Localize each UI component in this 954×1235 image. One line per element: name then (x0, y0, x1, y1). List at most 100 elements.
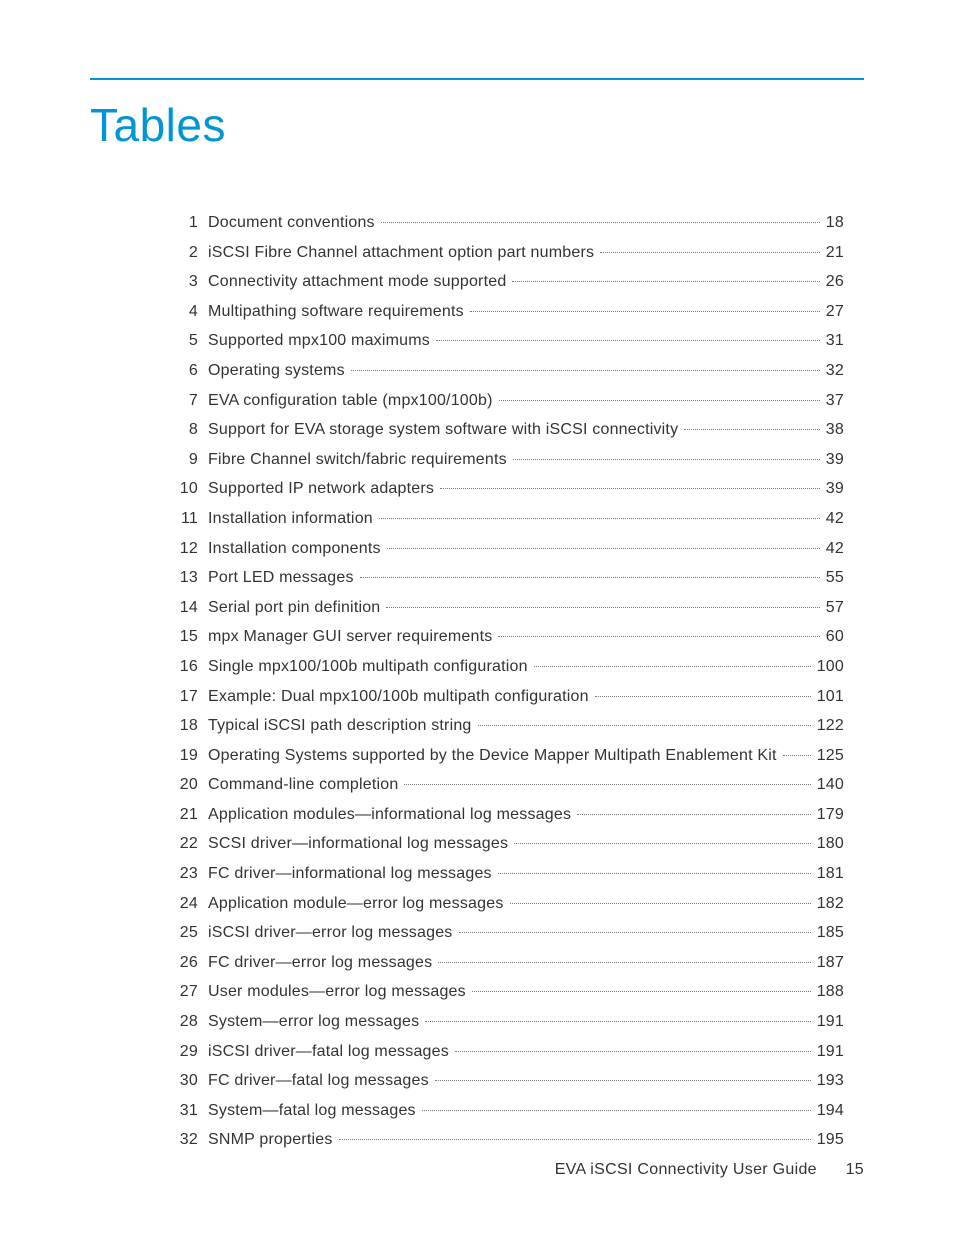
toc-entry-page: 181 (817, 859, 844, 889)
toc-entry-number: 31 (170, 1096, 198, 1126)
toc-entry-label: Example: Dual mpx100/100b multipath conf… (208, 682, 589, 712)
toc-entry-label: Multipathing software requirements (208, 297, 464, 327)
toc-entry-label: Document conventions (208, 208, 375, 238)
toc-leader-dots (595, 696, 811, 697)
toc-entry-label: Single mpx100/100b multipath configurati… (208, 652, 528, 682)
toc-leader-dots (499, 400, 820, 401)
toc-entry[interactable]: 11Installation information42 (170, 504, 844, 534)
toc-entry-label: Support for EVA storage system software … (208, 415, 678, 445)
toc-entry[interactable]: 10Supported IP network adapters39 (170, 474, 844, 504)
toc-entry-number: 27 (170, 977, 198, 1007)
toc-entry[interactable]: 14Serial port pin definition57 (170, 593, 844, 623)
footer: EVA iSCSI Connectivity User Guide 15 (555, 1161, 864, 1179)
toc-entry[interactable]: 6Operating systems32 (170, 356, 844, 386)
toc-entry-page: 37 (826, 386, 844, 416)
toc-entry-page: 42 (826, 534, 844, 564)
toc-leader-dots (440, 488, 820, 489)
toc-entry-number: 7 (170, 386, 198, 416)
toc-entry[interactable]: 16 Single mpx100/100b multipath configura… (170, 652, 844, 682)
toc-entry-number: 3 (170, 267, 198, 297)
toc-entry-number: 9 (170, 445, 198, 475)
toc-entry[interactable]: 18Typical iSCSI path description string1… (170, 711, 844, 741)
toc-entry[interactable]: 20Command-line completion140 (170, 770, 844, 800)
header-rule (90, 78, 864, 80)
toc-entry-page: 125 (817, 741, 844, 771)
toc-entry-label: Serial port pin definition (208, 593, 380, 623)
toc-entry[interactable]: 17Example: Dual mpx100/100b multipath co… (170, 682, 844, 712)
toc-leader-dots (404, 784, 810, 785)
toc-entry[interactable]: 1Document conventions18 (170, 208, 844, 238)
toc-entry-page: 18 (826, 208, 844, 238)
toc-entry[interactable]: 5 Supported mpx100 maximums 31 (170, 326, 844, 356)
toc-entry-page: 195 (817, 1125, 844, 1155)
toc-entry-page: 38 (826, 415, 844, 445)
tables-toc: 1Document conventions182iSCSI Fibre Chan… (170, 208, 844, 1155)
toc-entry-page: 31 (826, 326, 844, 356)
toc-entry-page: 101 (817, 682, 844, 712)
toc-entry[interactable]: 3Connectivity attachment mode supported2… (170, 267, 844, 297)
toc-entry[interactable]: 30FC driver—fatal log messages193 (170, 1066, 844, 1096)
toc-entry-number: 5 (170, 326, 198, 356)
toc-leader-dots (379, 518, 820, 519)
toc-entry[interactable]: 9Fibre Channel switch/fabric requirement… (170, 445, 844, 475)
toc-entry[interactable]: 32 SNMP properties 195 (170, 1125, 844, 1155)
toc-entry[interactable]: 24Application module—error log messages1… (170, 889, 844, 919)
toc-entry-number: 6 (170, 356, 198, 386)
toc-entry-number: 26 (170, 948, 198, 978)
toc-entry[interactable]: 29iSCSI driver—fatal log messages191 (170, 1037, 844, 1067)
toc-entry[interactable]: 26FC driver—error log messages187 (170, 948, 844, 978)
toc-entry[interactable]: 21Application modules—informational log … (170, 800, 844, 830)
toc-entry[interactable]: 4 Multipathing software requirements 27 (170, 297, 844, 327)
toc-entry-page: 182 (817, 889, 844, 919)
toc-leader-dots (436, 340, 820, 341)
toc-entry[interactable]: 13Port LED messages55 (170, 563, 844, 593)
toc-entry-page: 191 (817, 1037, 844, 1067)
toc-entry-number: 30 (170, 1066, 198, 1096)
toc-entry[interactable]: 25iSCSI driver—error log messages185 (170, 918, 844, 948)
toc-entry-label: SNMP properties (208, 1125, 333, 1155)
toc-entry-label: User modules—error log messages (208, 977, 466, 1007)
toc-entry-page: 27 (826, 297, 844, 327)
page-title: Tables (90, 98, 864, 152)
toc-entry-label: Installation components (208, 534, 381, 564)
toc-entry[interactable]: 15mpx Manager GUI server requirements60 (170, 622, 844, 652)
toc-entry-label: Connectivity attachment mode supported (208, 267, 506, 297)
toc-entry-label: Installation information (208, 504, 373, 534)
toc-entry-page: 193 (817, 1066, 844, 1096)
toc-entry-label: Supported mpx100 maximums (208, 326, 430, 356)
toc-leader-dots (684, 429, 820, 430)
toc-leader-dots (534, 666, 811, 667)
toc-entry-number: 29 (170, 1037, 198, 1067)
toc-leader-dots (360, 577, 820, 578)
toc-entry-page: 194 (817, 1096, 844, 1126)
toc-entry-page: 57 (826, 593, 844, 623)
toc-entry-number: 20 (170, 770, 198, 800)
toc-entry-number: 15 (170, 622, 198, 652)
toc-entry[interactable]: 7EVA configuration table (mpx100/100b)37 (170, 386, 844, 416)
toc-leader-dots (478, 725, 811, 726)
toc-entry-label: System—error log messages (208, 1007, 419, 1037)
toc-entry-number: 16 (170, 652, 198, 682)
toc-leader-dots (472, 991, 811, 992)
toc-entry[interactable]: 8Support for EVA storage system software… (170, 415, 844, 445)
toc-entry-number: 18 (170, 711, 198, 741)
toc-entry-number: 4 (170, 297, 198, 327)
toc-entry[interactable]: 27User modules—error log messages188 (170, 977, 844, 1007)
toc-leader-dots (381, 222, 820, 223)
toc-entry[interactable]: 12Installation components42 (170, 534, 844, 564)
toc-entry[interactable]: 23FC driver—informational log messages18… (170, 859, 844, 889)
toc-entry[interactable]: 22SCSI driver—informational log messages… (170, 829, 844, 859)
toc-entry-page: 39 (826, 445, 844, 475)
toc-entry[interactable]: 31System—fatal log messages194 (170, 1096, 844, 1126)
toc-entry[interactable]: 19Operating Systems supported by the Dev… (170, 741, 844, 771)
toc-entry[interactable]: 2iSCSI Fibre Channel attachment option p… (170, 238, 844, 268)
toc-leader-dots (513, 459, 820, 460)
toc-entry-page: 100 (817, 652, 844, 682)
toc-entry-page: 39 (826, 474, 844, 504)
toc-entry[interactable]: 28System—error log messages191 (170, 1007, 844, 1037)
toc-entry-number: 32 (170, 1125, 198, 1155)
toc-entry-page: 32 (826, 356, 844, 386)
toc-entry-number: 19 (170, 741, 198, 771)
toc-leader-dots (470, 311, 820, 312)
toc-entry-number: 23 (170, 859, 198, 889)
